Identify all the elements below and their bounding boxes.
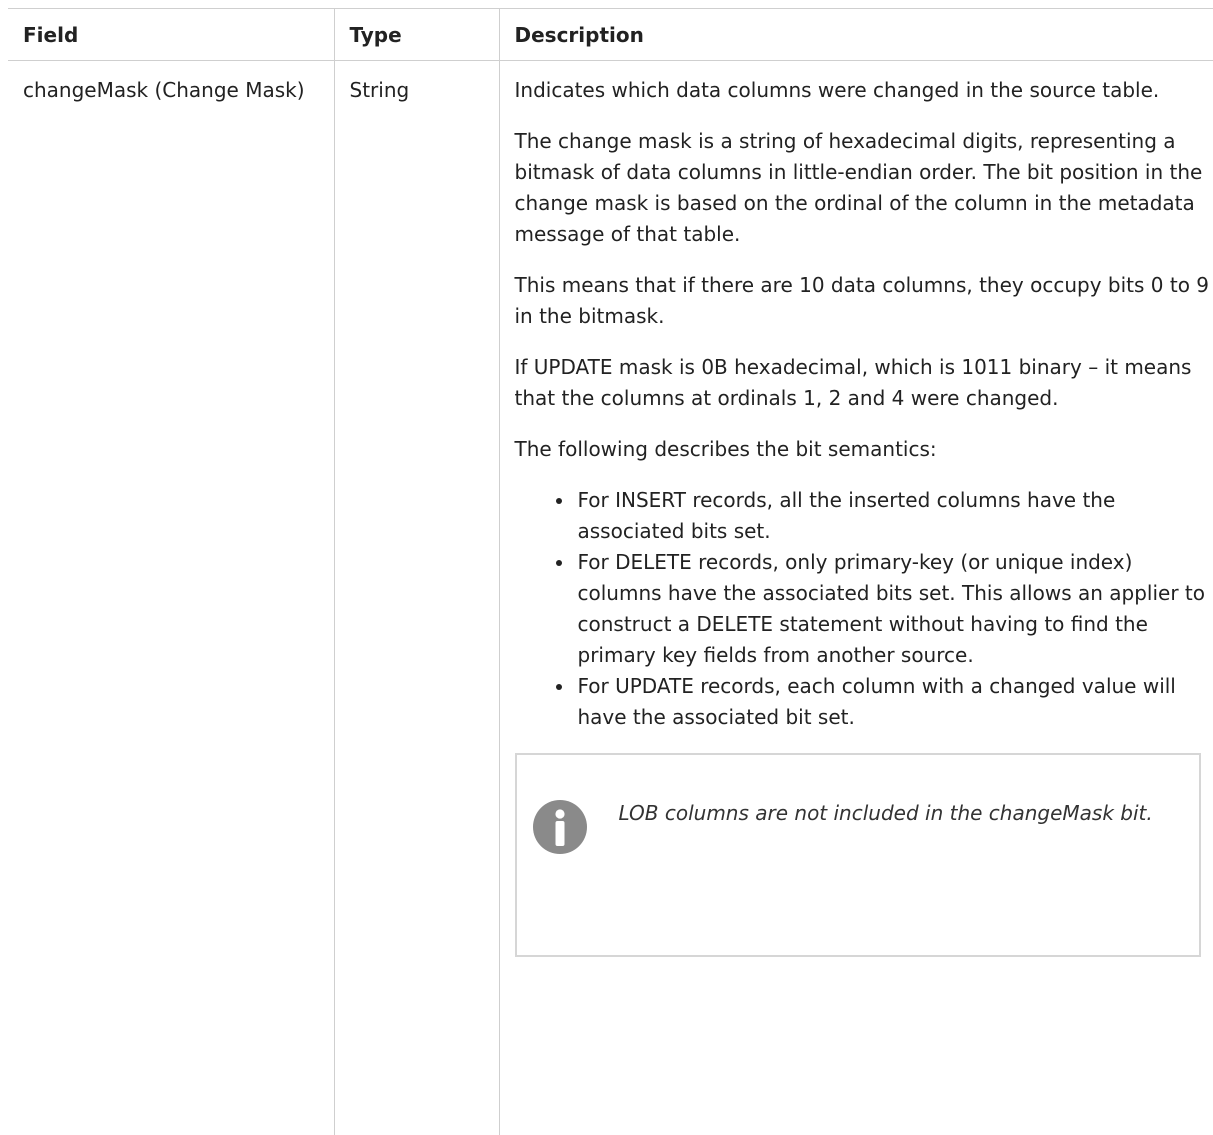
table-row: changeMask (Change Mask) String Indicate… [8, 61, 1213, 1135]
header-field: Field [8, 9, 334, 61]
list-item: For UPDATE records, each column with a c… [578, 671, 1213, 733]
info-icon [532, 799, 588, 855]
description-paragraph: This means that if there are 10 data col… [515, 270, 1213, 332]
list-item: For DELETE records, only primary-key (or… [578, 547, 1213, 671]
header-type: Type [334, 9, 499, 61]
description-paragraph: The following describes the bit semantic… [515, 434, 1213, 465]
list-item-text: For DELETE records, only primary-key (or… [578, 550, 1205, 667]
description-paragraph: If UPDATE mask is 0B hexadecimal, which … [515, 352, 1213, 414]
field-definition-table: Field Type Description changeMask (Chang… [8, 8, 1213, 1135]
bullet-dot [556, 560, 562, 566]
description-paragraph: The change mask is a string of hexadecim… [515, 126, 1213, 250]
bullet-dot [556, 498, 562, 504]
list-item: For INSERT records, all the inserted col… [578, 485, 1213, 547]
header-description: Description [499, 9, 1213, 61]
description-paragraph: Indicates which data columns were change… [515, 75, 1213, 106]
note-box: LOB columns are not included in the chan… [515, 753, 1201, 957]
list-item-text: For INSERT records, all the inserted col… [578, 488, 1116, 543]
note-text: LOB columns are not included in the chan… [619, 798, 1179, 829]
cell-type: String [334, 61, 499, 1135]
list-item-text: For UPDATE records, each column with a c… [578, 674, 1176, 729]
cell-description: Indicates which data columns were change… [499, 61, 1213, 1135]
bullet-dot [556, 684, 562, 690]
table-header-row: Field Type Description [8, 9, 1213, 61]
cell-field: changeMask (Change Mask) [8, 61, 334, 1135]
bit-semantics-list: For INSERT records, all the inserted col… [515, 485, 1213, 733]
